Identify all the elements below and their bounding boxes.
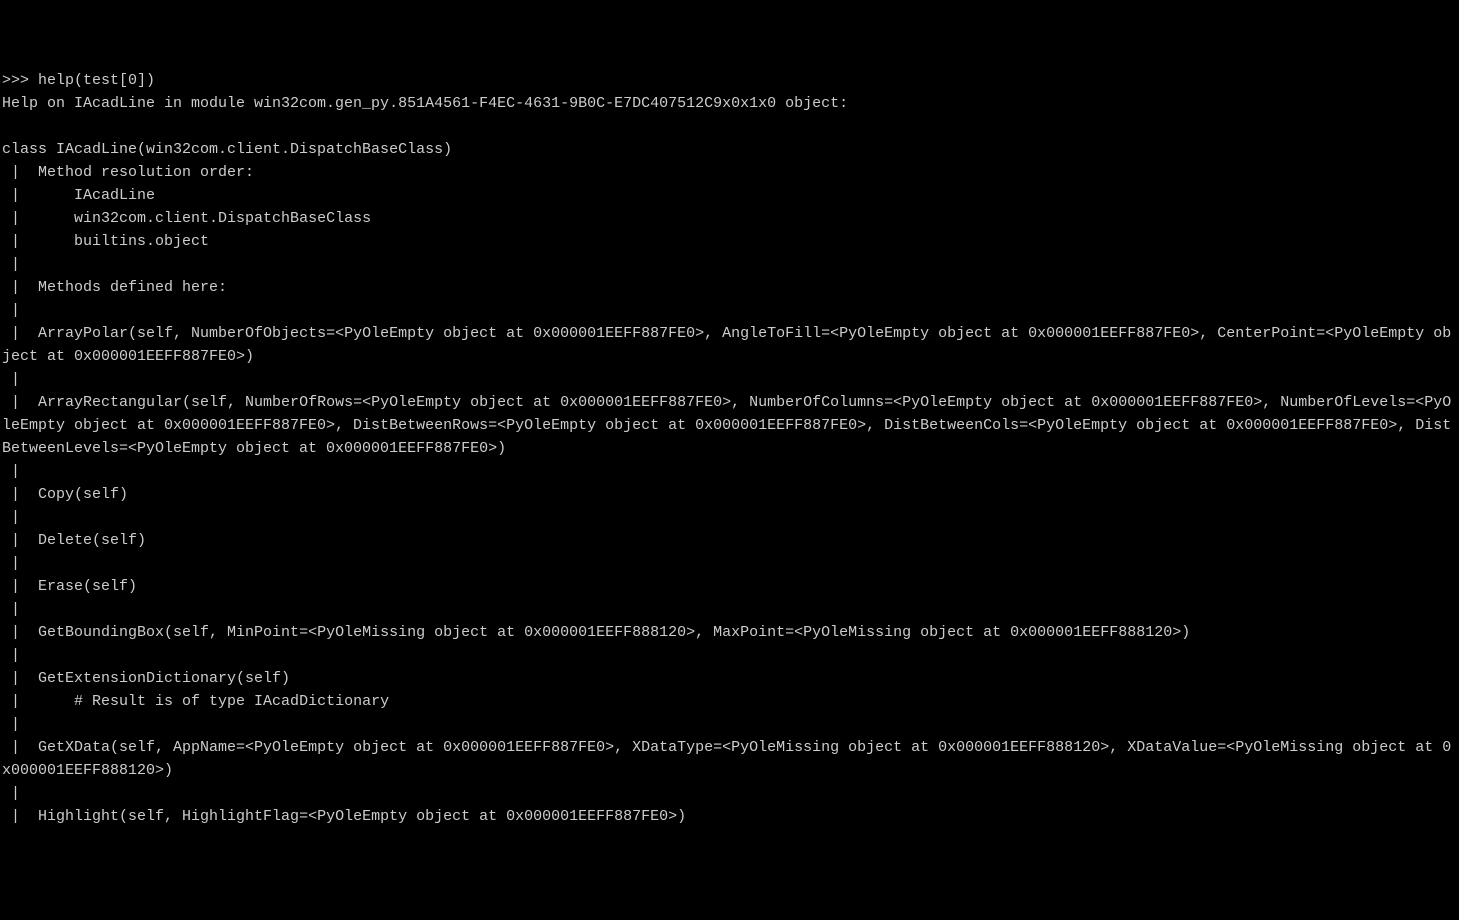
terminal-output[interactable]: >>> help(test[0]) Help on IAcadLine in m… — [2, 69, 1457, 828]
method-comment: | # Result is of type IAcadDictionary — [2, 693, 389, 710]
method-arraypolar: | ArrayPolar(self, NumberOfObjects=<PyOl… — [2, 325, 1451, 365]
mro-item: | win32com.client.DispatchBaseClass — [2, 210, 371, 227]
method-copy: | Copy(self) — [2, 486, 128, 503]
command-text: help(test[0]) — [38, 72, 155, 89]
class-declaration: class IAcadLine(win32com.client.Dispatch… — [2, 141, 452, 158]
pipe-separator: | — [2, 463, 38, 480]
pipe-separator: | — [2, 716, 38, 733]
pipe-separator: | — [2, 601, 38, 618]
method-getextensiondictionary: | GetExtensionDictionary(self) — [2, 670, 290, 687]
pipe-separator: | — [2, 509, 38, 526]
pipe-separator: | — [2, 302, 38, 319]
mro-header: | Method resolution order: — [2, 164, 254, 181]
method-getboundingbox: | GetBoundingBox(self, MinPoint=<PyOleMi… — [2, 624, 1190, 641]
mro-item: | builtins.object — [2, 233, 209, 250]
method-getxdata: | GetXData(self, AppName=<PyOleEmpty obj… — [2, 739, 1451, 779]
method-erase: | Erase(self) — [2, 578, 137, 595]
mro-item: | IAcadLine — [2, 187, 155, 204]
help-header: Help on IAcadLine in module win32com.gen… — [2, 95, 848, 112]
pipe-separator: | — [2, 555, 38, 572]
method-delete: | Delete(self) — [2, 532, 146, 549]
method-arrayrectangular: | ArrayRectangular(self, NumberOfRows=<P… — [2, 394, 1451, 457]
methods-header: | Methods defined here: — [2, 279, 227, 296]
method-highlight: | Highlight(self, HighlightFlag=<PyOleEm… — [2, 808, 686, 825]
pipe-separator: | — [2, 371, 38, 388]
pipe-separator: | — [2, 647, 38, 664]
pipe-separator: | — [2, 256, 38, 273]
pipe-separator: | — [2, 785, 38, 802]
prompt: >>> — [2, 72, 38, 89]
